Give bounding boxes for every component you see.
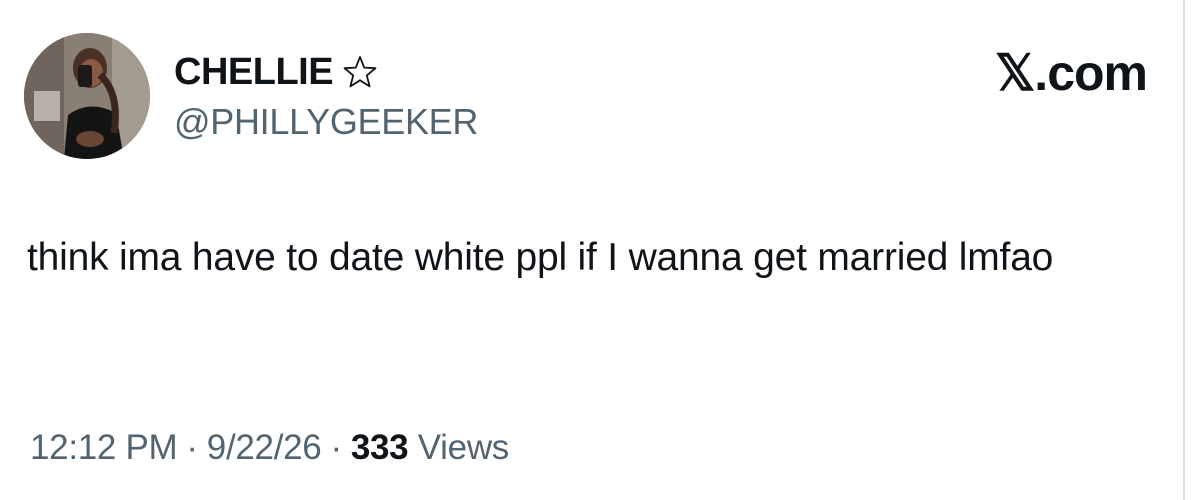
x-logo-brand: 𝕏.com: [995, 45, 1148, 101]
tweet-text: think ima have to date white ppl if I wa…: [27, 236, 1054, 279]
author-handle[interactable]: @PHILLYGEEKER: [174, 100, 478, 144]
edge-divider: [1183, 0, 1185, 500]
tweet-time[interactable]: 12:12 PM: [30, 428, 178, 467]
tweet-card: CHELLIE @PHILLYGEEKER 𝕏.com think ima ha…: [0, 0, 1199, 500]
star-outline-icon: [342, 54, 378, 90]
tweet-date[interactable]: 9/22/26: [207, 428, 322, 467]
avatar[interactable]: [24, 33, 150, 159]
tweet-meta: 12:12 PM · 9/22/26 · 333 Views: [30, 425, 509, 471]
meta-separator: ·: [186, 428, 198, 467]
author-display-name[interactable]: CHELLIE: [174, 50, 334, 94]
author-name-row: CHELLIE: [174, 50, 378, 94]
views-label: Views: [417, 428, 510, 467]
avatar-photo: [24, 33, 150, 159]
views-count: 333: [350, 428, 409, 467]
meta-separator: ·: [330, 428, 342, 467]
